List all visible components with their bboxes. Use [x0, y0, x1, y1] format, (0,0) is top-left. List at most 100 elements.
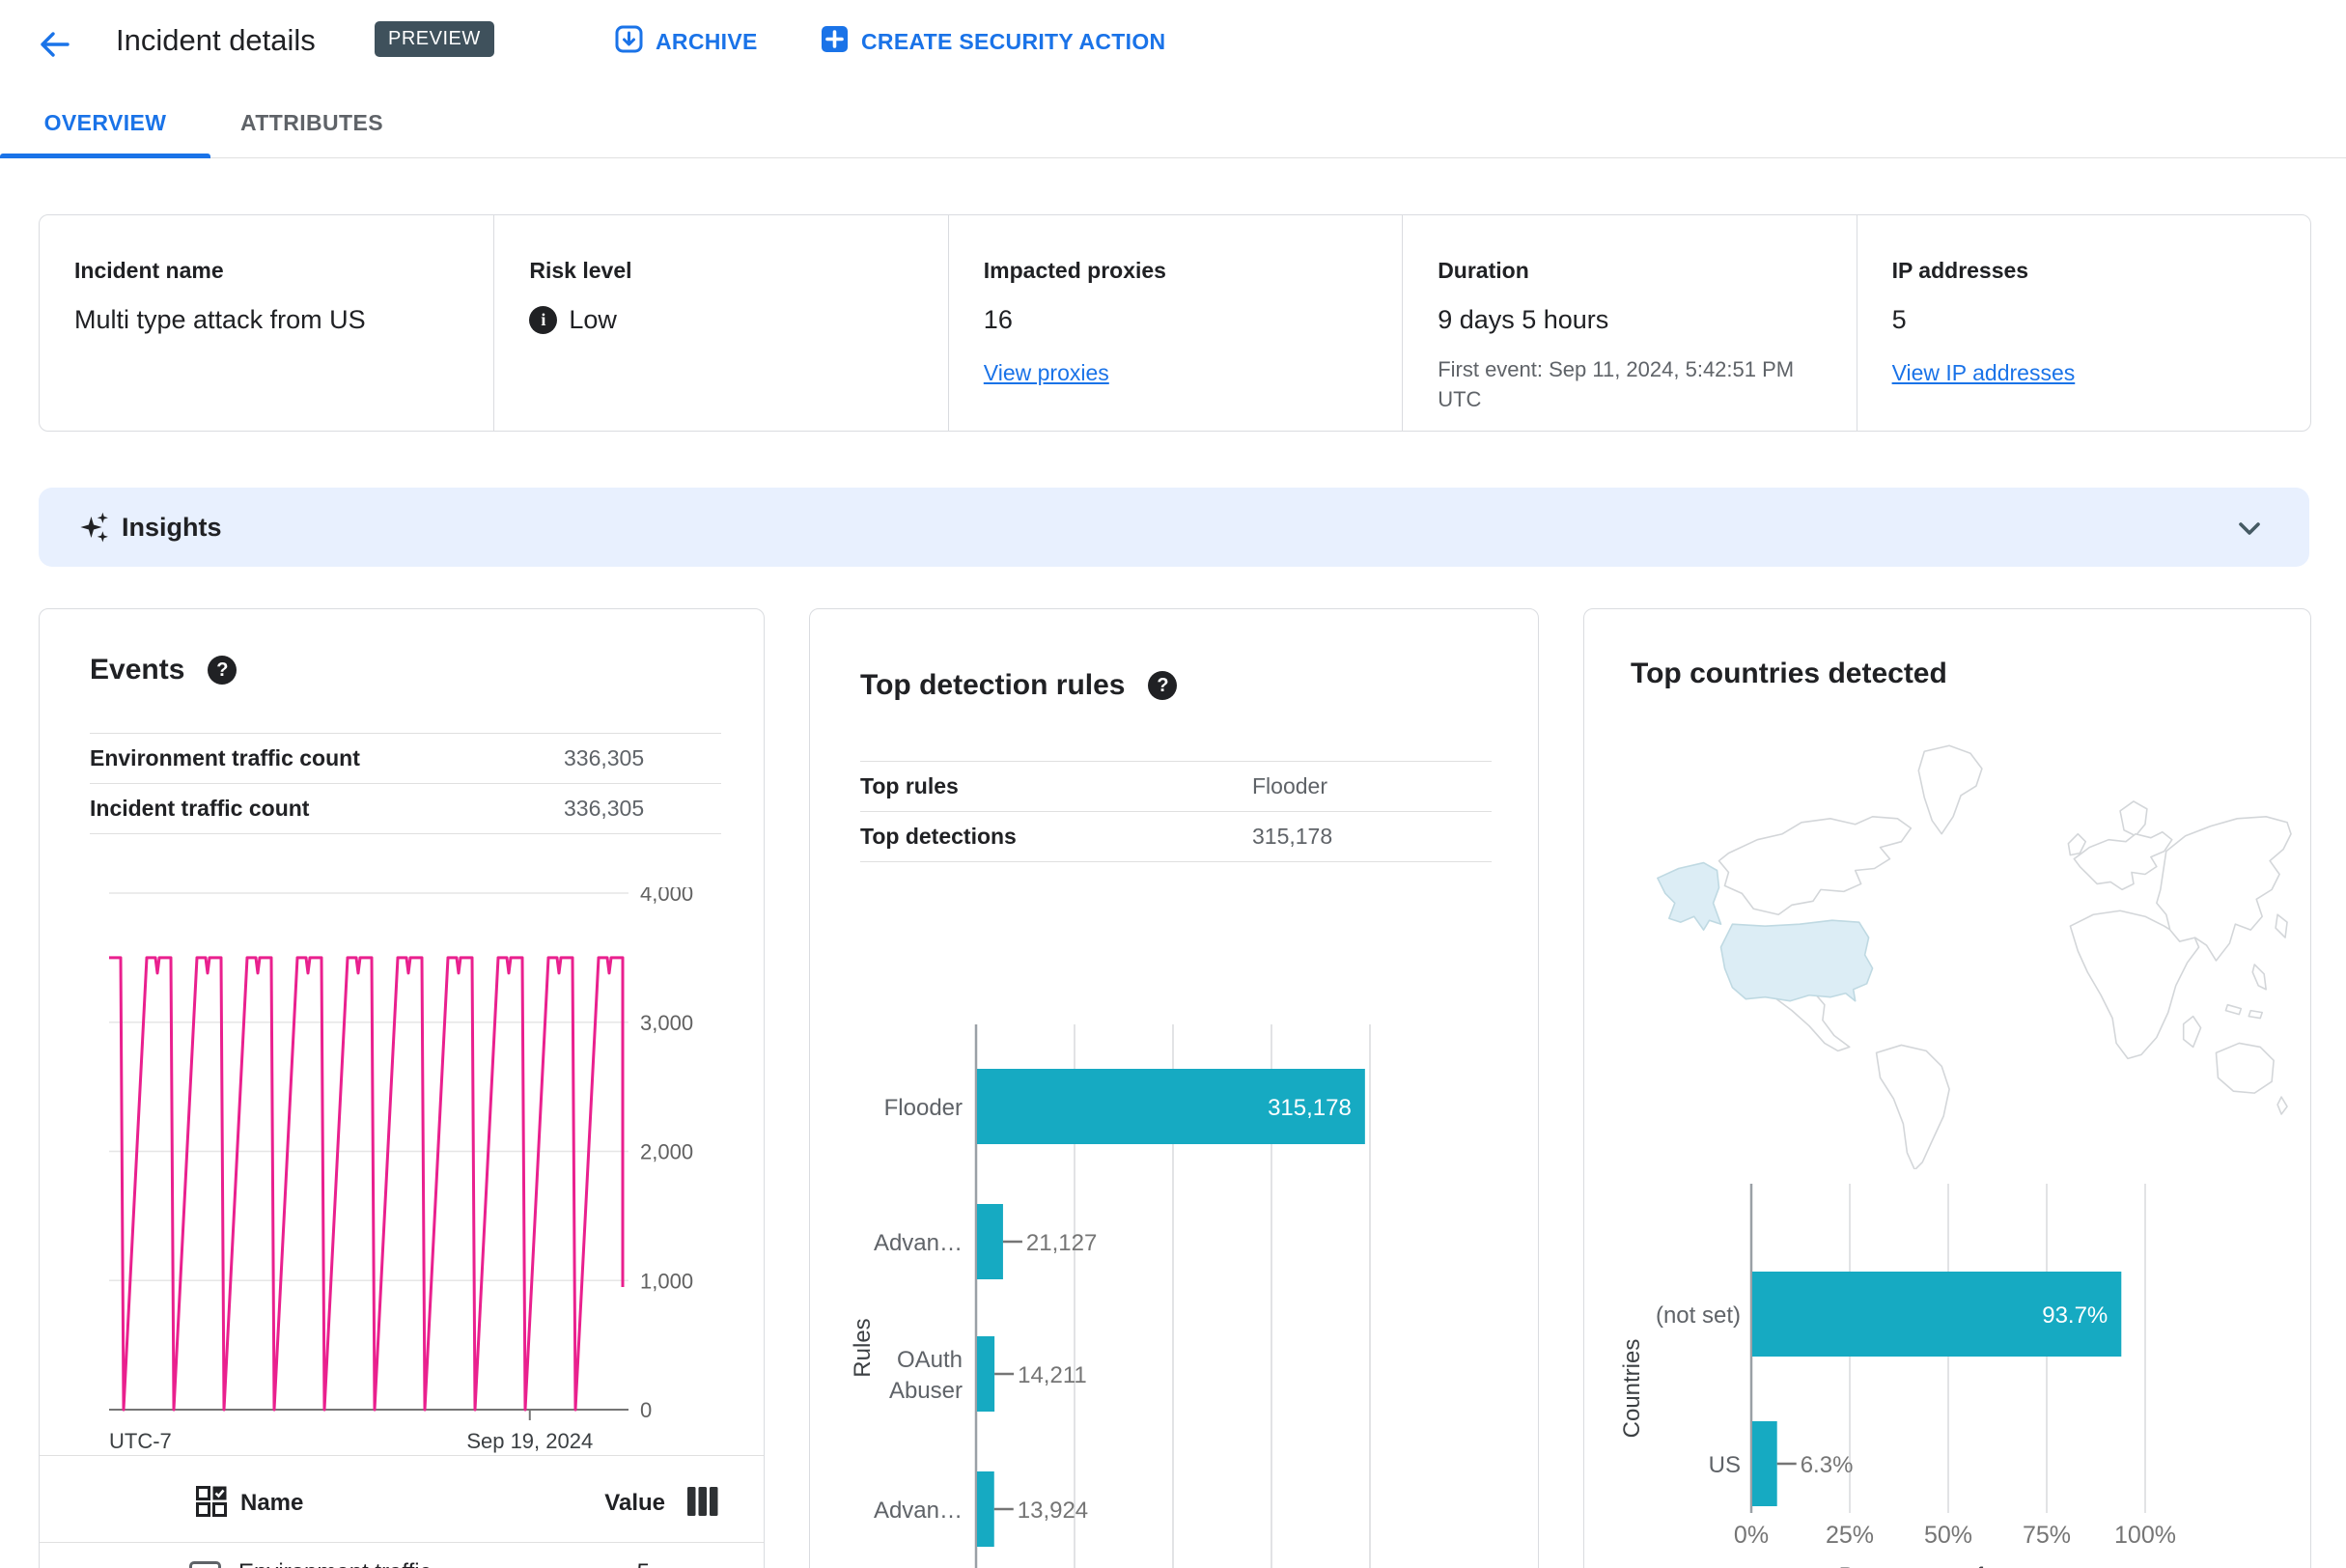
svg-text:75%: 75%: [2023, 1522, 2071, 1549]
svg-text:Sep 19, 2024: Sep 19, 2024: [466, 1429, 593, 1453]
legend-value-header: Value: [604, 1490, 665, 1516]
chevron-down-icon[interactable]: [2234, 513, 2265, 544]
svg-text:Rules: Rules: [850, 1318, 876, 1377]
page-title: Incident details: [116, 23, 316, 57]
top-detections-label: Top detections: [860, 824, 1017, 849]
archive-button[interactable]: ARCHIVE: [608, 23, 764, 61]
create-security-action-button[interactable]: CREATE SECURITY ACTION: [814, 23, 1171, 61]
summary-incident-name: Incident name Multi type attack from US: [40, 215, 493, 431]
svg-text:Abuser: Abuser: [889, 1378, 963, 1404]
svg-text:6.3%: 6.3%: [1801, 1452, 1854, 1478]
duration-value: 9 days 5 hours: [1438, 305, 1609, 334]
preview-badge: PREVIEW: [375, 21, 494, 57]
svg-text:Flooder: Flooder: [884, 1095, 963, 1121]
archive-icon: [614, 24, 644, 60]
top-countries-card: Top countries detected (not set) 93.7% U…: [1583, 608, 2311, 1568]
events-card: Events ? Environment traffic count 336,3…: [39, 608, 765, 1568]
env-traffic-count-label: Environment traffic count: [90, 745, 360, 770]
svg-text:0: 0: [640, 1398, 652, 1422]
table-row: Top rules Flooder: [860, 761, 1492, 811]
top-rules-label: Top rules: [860, 773, 959, 798]
impacted-proxies-label: Impacted proxies: [983, 258, 1166, 283]
events-card-title: Events: [90, 654, 185, 686]
active-tab-underline: [0, 154, 210, 158]
incident-summary-card: Incident name Multi type attack from US …: [39, 214, 2311, 432]
insights-expander[interactable]: Insights: [39, 488, 2309, 567]
legend-name-header: Name: [240, 1490, 304, 1516]
summary-duration: Duration 9 days 5 hours First event: Sep…: [1402, 215, 1856, 431]
incident-traffic-count-label: Incident traffic count: [90, 796, 310, 821]
summary-risk-level: Risk level i Low: [493, 215, 947, 431]
divider: [40, 1455, 764, 1456]
back-arrow-icon[interactable]: [35, 25, 73, 64]
svg-text:25%: 25%: [1826, 1522, 1874, 1549]
world-map: [1657, 744, 2292, 1169]
impacted-proxies-value: 16: [983, 305, 1013, 334]
add-box-icon: [820, 24, 850, 60]
svg-text:100%: 100%: [2114, 1522, 2176, 1549]
ip-addresses-label: IP addresses: [1891, 258, 2029, 283]
tab-attributes-label: ATTRIBUTES: [240, 109, 383, 135]
app-bar: Incident details PREVIEW ARCHIVE CREATE …: [0, 0, 2346, 89]
incident-name-value: Multi type attack from US: [74, 305, 366, 334]
events-line-chart: 0 1,000 2,000 3,000 4,000 UTC-7 Sep 19, 2024: [109, 887, 693, 1453]
info-icon: i: [529, 306, 558, 334]
first-event-timestamp: First event: Sep 11, 2024, 5:42:51 PM UT…: [1438, 357, 1795, 411]
svg-text:14,211: 14,211: [1018, 1362, 1087, 1388]
svg-text:OAuth: OAuth: [897, 1347, 963, 1373]
svg-text:93.7%: 93.7%: [2042, 1302, 2108, 1329]
top-detection-rules-card: Top detection rules ? Top rules Flooder …: [809, 608, 1539, 1568]
insights-label: Insights: [122, 512, 222, 542]
svg-text:UTC-7: UTC-7: [109, 1429, 172, 1453]
svg-text:315,178: 315,178: [1268, 1095, 1352, 1121]
table-row: Environment traffic count 336,305: [90, 733, 721, 783]
svg-text:Percentage of events: Percentage of events: [1839, 1563, 2058, 1568]
view-ip-addresses-link[interactable]: View IP addresses: [1892, 360, 2076, 386]
create-security-action-label: CREATE SECURITY ACTION: [861, 29, 1166, 54]
help-icon[interactable]: ?: [208, 656, 237, 685]
risk-level-label: Risk level: [529, 258, 632, 283]
grid-check-icon[interactable]: [196, 1485, 227, 1522]
events-legend-header: Name Value: [40, 1476, 764, 1530]
columns-icon[interactable]: [686, 1486, 719, 1522]
svg-text:4,000: 4,000: [640, 887, 693, 906]
countries-bar-chart: (not set) 93.7% US 6.3% 0% 25% 50% 75% 100% Perce…: [1619, 1184, 2176, 1568]
summary-ip-addresses: IP addresses 5 View IP addresses: [1856, 215, 2310, 431]
sparkle-icon: [77, 511, 110, 544]
series-checkbox[interactable]: [189, 1561, 221, 1568]
view-proxies-link[interactable]: View proxies: [984, 360, 1109, 386]
svg-text:13,924: 13,924: [1018, 1498, 1088, 1524]
incident-traffic-count-value: 336,305: [564, 796, 645, 821]
top-detections-value: 315,178: [1252, 824, 1333, 849]
svg-text:1,000: 1,000: [640, 1269, 693, 1293]
svg-text:21,127: 21,127: [1026, 1230, 1097, 1256]
detection-rules-bar-chart: Flooder 315,178 Advan… 21,127 OAuth Abuser 14,…: [850, 1024, 1371, 1568]
svg-text:0%: 0%: [1734, 1522, 1769, 1549]
summary-impacted-proxies: Impacted proxies 16 View proxies: [947, 215, 1402, 431]
svg-text:3,000: 3,000: [640, 1011, 693, 1035]
svg-text:(not set): (not set): [1656, 1302, 1741, 1329]
help-icon[interactable]: ?: [1148, 671, 1178, 700]
top-rules-value: Flooder: [1252, 773, 1327, 798]
tab-bar: OVERVIEW ATTRIBUTES: [0, 88, 2346, 158]
incident-details-page: Incident details PREVIEW ARCHIVE CREATE …: [0, 0, 2346, 1568]
tab-overview-label: OVERVIEW: [43, 109, 167, 135]
table-row: Top detections 315,178: [860, 811, 1492, 862]
archive-label: ARCHIVE: [656, 29, 758, 54]
rules-stats-table: Top rules Flooder Top detections 315,178: [860, 761, 1492, 862]
svg-text:Countries: Countries: [1619, 1339, 1645, 1439]
duration-label: Duration: [1438, 258, 1529, 283]
table-row: Incident traffic count 336,305: [90, 783, 721, 834]
rules-card-title: Top detection rules: [860, 669, 1126, 701]
divider: [40, 1542, 764, 1543]
risk-level-value: Low: [569, 305, 617, 334]
incident-name-label: Incident name: [74, 258, 224, 283]
ip-addresses-value: 5: [1891, 305, 1907, 334]
tab-attributes[interactable]: ATTRIBUTES: [210, 88, 413, 157]
series-value: 5: [637, 1559, 650, 1568]
svg-text:Advan…: Advan…: [874, 1230, 963, 1256]
events-stats-table: Environment traffic count 336,305 Incide…: [90, 733, 721, 834]
tab-overview[interactable]: OVERVIEW: [0, 88, 210, 158]
svg-text:2,000: 2,000: [640, 1140, 693, 1164]
svg-text:50%: 50%: [1924, 1522, 1972, 1549]
